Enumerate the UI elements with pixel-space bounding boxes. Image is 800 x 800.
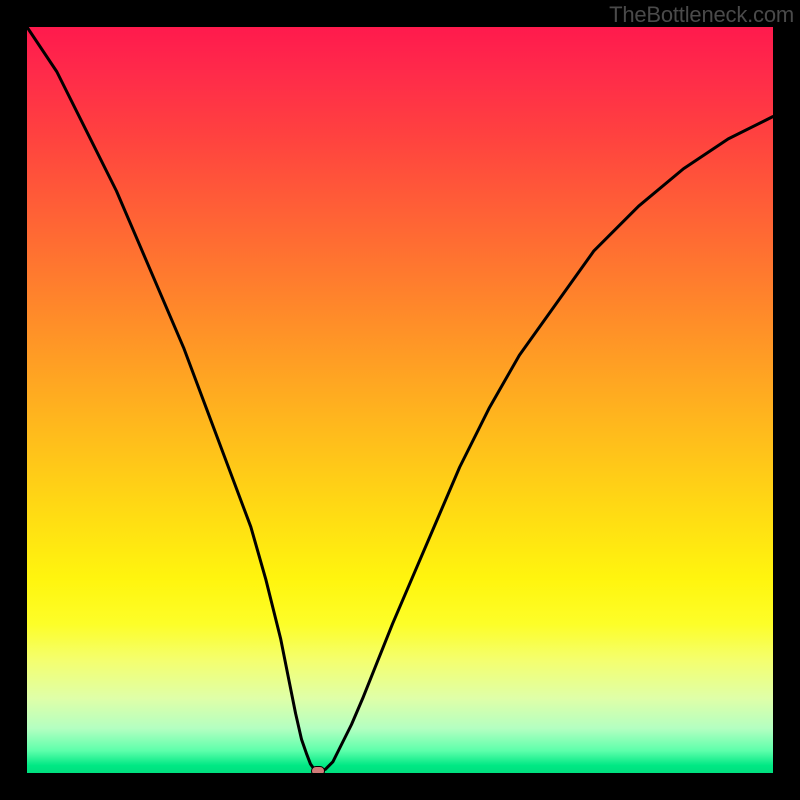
curve-layer xyxy=(27,27,773,773)
chart-frame: TheBottleneck.com xyxy=(0,0,800,800)
watermark-link[interactable]: TheBottleneck.com xyxy=(609,2,794,28)
bottleneck-curve xyxy=(27,27,773,772)
optimum-marker xyxy=(311,766,325,773)
plot-area xyxy=(27,27,773,773)
